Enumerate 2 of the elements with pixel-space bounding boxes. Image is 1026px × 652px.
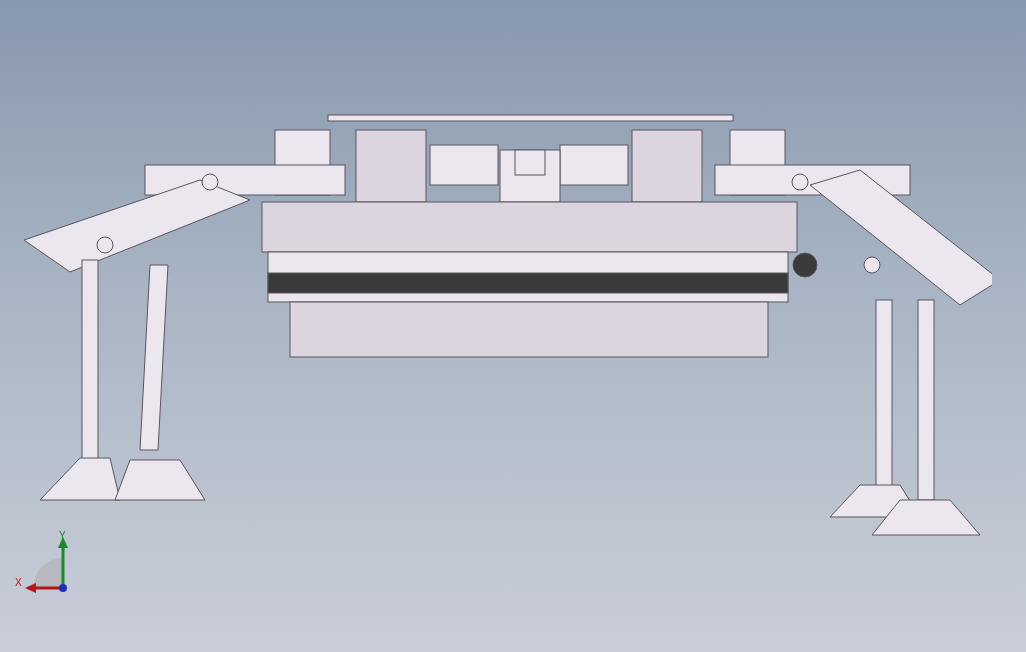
x-axis-label: X [15, 578, 22, 588]
y-axis-label: Y [59, 531, 66, 541]
